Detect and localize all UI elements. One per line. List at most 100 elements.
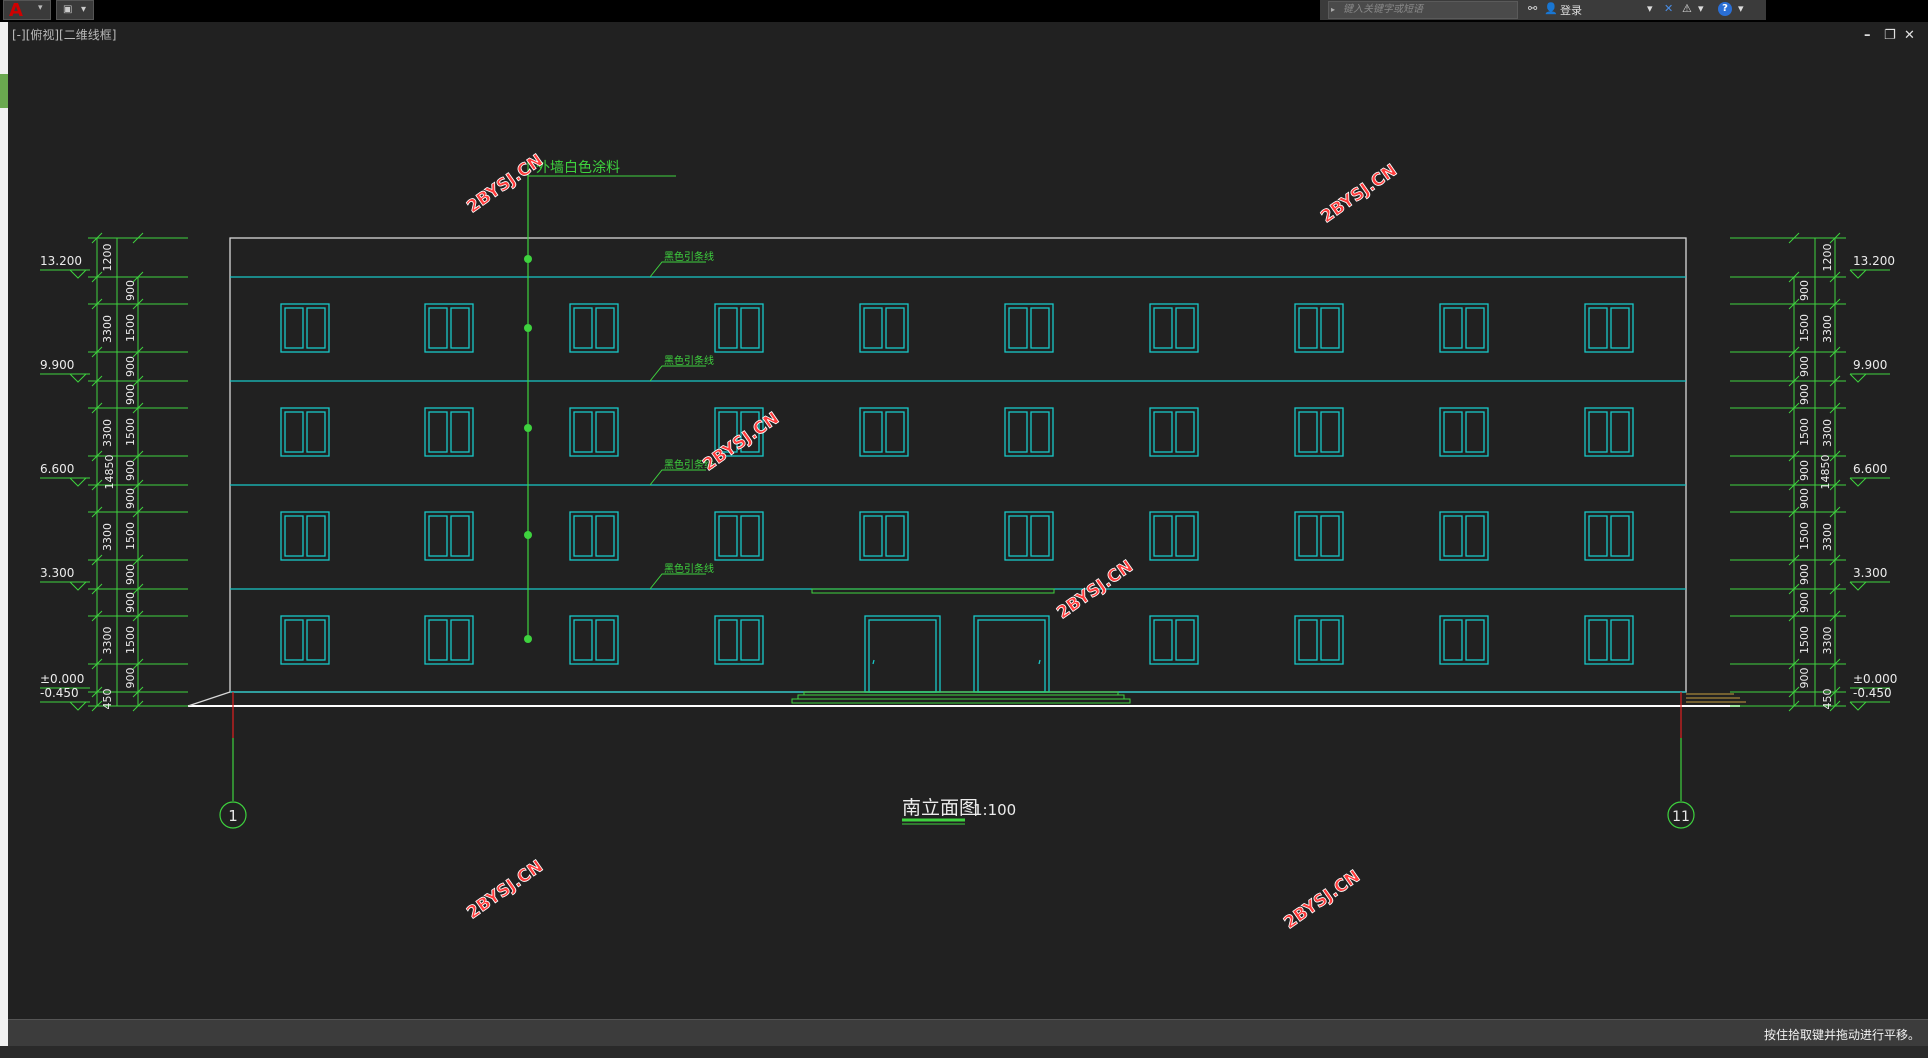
window bbox=[1004, 511, 1054, 561]
ground-slope bbox=[187, 691, 231, 707]
status-bar: 按住拾取键并拖动进行平移。 bbox=[8, 1019, 1928, 1047]
dim-label: 900 bbox=[124, 564, 137, 585]
dim-label: 900 bbox=[1798, 592, 1811, 613]
elevation-label: 3.300 bbox=[40, 566, 74, 580]
window bbox=[859, 407, 909, 457]
dim-label: 450 bbox=[1821, 689, 1834, 710]
dim-label: 900 bbox=[1798, 488, 1811, 509]
drawing-scale: 1:100 bbox=[973, 801, 1016, 819]
building-outline bbox=[229, 237, 1687, 693]
entrance-steps bbox=[791, 691, 1131, 704]
dim-label: 1200 bbox=[101, 244, 114, 272]
dim-label: 3300 bbox=[101, 419, 114, 447]
window bbox=[1439, 615, 1489, 665]
window bbox=[569, 615, 619, 665]
drawing-title: 南立面图 bbox=[902, 797, 978, 819]
dim-label: 1500 bbox=[124, 314, 137, 342]
window bbox=[1584, 511, 1634, 561]
window bbox=[714, 615, 764, 665]
dim-label: 3300 bbox=[1821, 627, 1834, 655]
window bbox=[859, 303, 909, 353]
status-message: 按住拾取键并拖动进行平移。 bbox=[1763, 1028, 1920, 1042]
dim-label: 1500 bbox=[124, 522, 137, 550]
watermark: 2BYSJ.CN bbox=[463, 151, 546, 218]
window bbox=[1584, 407, 1634, 457]
watermark: 2BYSJ.CN bbox=[1317, 161, 1400, 228]
dim-label: 3300 bbox=[1821, 523, 1834, 551]
dim-label: 3300 bbox=[101, 627, 114, 655]
axis-label-1: 1 bbox=[228, 807, 238, 825]
dim-label: 1500 bbox=[124, 626, 137, 654]
window bbox=[1004, 303, 1054, 353]
side-steps bbox=[1686, 693, 1746, 703]
window bbox=[859, 511, 909, 561]
dim-label: 900 bbox=[1798, 356, 1811, 377]
dim-label: 900 bbox=[124, 460, 137, 481]
window bbox=[280, 511, 330, 561]
dim-total: 14850 bbox=[103, 455, 116, 490]
elevation-label: 13.200 bbox=[40, 254, 82, 268]
window bbox=[1149, 615, 1199, 665]
window bbox=[424, 407, 474, 457]
window bbox=[1149, 407, 1199, 457]
dim-label: 900 bbox=[1798, 668, 1811, 689]
window bbox=[280, 407, 330, 457]
window bbox=[1149, 303, 1199, 353]
elevation-drawing: 外墙白色涂料 黑色引条线 黑色引条线 黑色引条线 黑色引条线 120033003… bbox=[40, 150, 1897, 934]
window bbox=[1439, 303, 1489, 353]
window bbox=[424, 615, 474, 665]
dim-label: 450 bbox=[101, 689, 114, 710]
window bbox=[424, 303, 474, 353]
dim-label: 900 bbox=[1798, 460, 1811, 481]
axis-label-11: 11 bbox=[1672, 809, 1690, 825]
windows-group bbox=[280, 303, 1634, 665]
dim-label: 3300 bbox=[101, 523, 114, 551]
dim-label: 900 bbox=[124, 668, 137, 689]
dim-label: 1500 bbox=[1798, 418, 1811, 446]
elevation-label: 6.600 bbox=[40, 462, 74, 476]
window bbox=[1439, 511, 1489, 561]
window bbox=[1584, 303, 1634, 353]
window bbox=[569, 511, 619, 561]
dim-label: 1500 bbox=[1798, 314, 1811, 342]
elevation-label: 9.900 bbox=[40, 358, 74, 372]
entrance-doors bbox=[864, 615, 1050, 693]
dim-label: 900 bbox=[124, 488, 137, 509]
dim-label: 900 bbox=[124, 280, 137, 301]
window bbox=[714, 303, 764, 353]
dim-label: 1200 bbox=[1821, 244, 1834, 272]
elevation-label: 6.600 bbox=[1853, 462, 1887, 476]
dim-label: 900 bbox=[1798, 384, 1811, 405]
window bbox=[1294, 303, 1344, 353]
window bbox=[1149, 511, 1199, 561]
dim-label: 3300 bbox=[1821, 419, 1834, 447]
watermark: 2BYSJ.CN bbox=[463, 857, 546, 924]
band-note-leaders bbox=[649, 261, 706, 590]
window bbox=[714, 511, 764, 561]
window bbox=[1294, 615, 1344, 665]
elevation-label: -0.450 bbox=[40, 686, 79, 700]
window bbox=[280, 615, 330, 665]
watermark: 2BYSJ.CN bbox=[1053, 557, 1136, 624]
dim-label: 3300 bbox=[1821, 315, 1834, 343]
band-note: 黑色引条线 bbox=[664, 562, 714, 575]
dimension-chain-left: 1200 3300 3300 3300 3300 450 900 1500 900 900 1500… bbox=[40, 232, 188, 712]
watermark: 2BYSJ.CN bbox=[1280, 867, 1363, 934]
elevation-label: 3.300 bbox=[1853, 566, 1887, 580]
elevation-label: ±0.000 bbox=[40, 672, 84, 686]
dim-label: 900 bbox=[124, 384, 137, 405]
dim-label: 900 bbox=[124, 592, 137, 613]
band-note: 黑色引条线 bbox=[664, 354, 714, 367]
elevation-label: ±0.000 bbox=[1853, 672, 1897, 686]
dim-label: 1500 bbox=[124, 418, 137, 446]
window bbox=[1004, 407, 1054, 457]
dim-label: 900 bbox=[1798, 280, 1811, 301]
window bbox=[280, 303, 330, 353]
window bbox=[1439, 407, 1489, 457]
window bbox=[424, 511, 474, 561]
band-note: 黑色引条线 bbox=[664, 250, 714, 263]
window bbox=[569, 407, 619, 457]
elevation-label: 13.200 bbox=[1853, 254, 1895, 268]
window bbox=[1584, 615, 1634, 665]
elevation-label: 9.900 bbox=[1853, 358, 1887, 372]
